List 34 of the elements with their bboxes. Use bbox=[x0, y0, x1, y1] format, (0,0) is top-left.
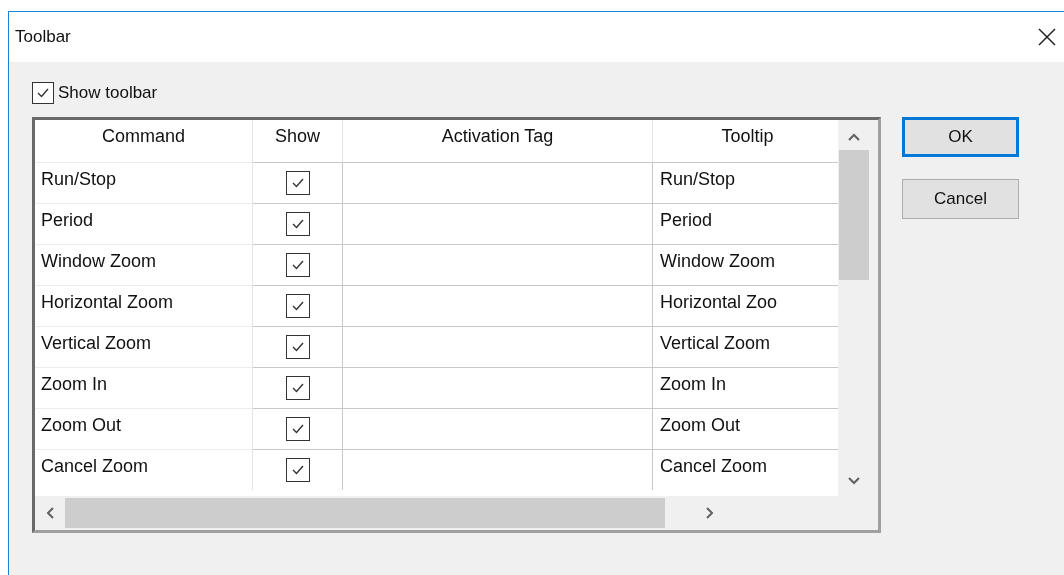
window-title: Toolbar bbox=[15, 27, 71, 47]
chevron-right-icon[interactable] bbox=[705, 506, 715, 520]
column-header: Activation Tag bbox=[343, 120, 653, 162]
close-icon[interactable] bbox=[1038, 28, 1056, 46]
table-cell: Period bbox=[35, 203, 253, 244]
checkbox[interactable] bbox=[285, 212, 310, 236]
ok-button[interactable]: OK bbox=[902, 117, 1019, 157]
checkbox[interactable] bbox=[285, 458, 310, 482]
table-cell: Run/Stop bbox=[35, 162, 253, 203]
column-header: Command bbox=[35, 120, 253, 162]
table-cell: Vertical Zoom bbox=[653, 326, 838, 367]
checkbox[interactable] bbox=[285, 417, 310, 441]
chevron-down-icon[interactable] bbox=[847, 476, 861, 486]
table-cell: Vertical Zoom bbox=[35, 326, 253, 367]
table-cell: Cancel Zoom bbox=[653, 449, 838, 490]
chevron-left-icon[interactable] bbox=[45, 506, 55, 520]
table-cell: Window Zoom bbox=[35, 244, 253, 285]
checkbox[interactable] bbox=[285, 253, 310, 277]
cancel-button[interactable]: Cancel bbox=[902, 179, 1019, 219]
chevron-up-icon[interactable] bbox=[847, 132, 861, 142]
checkbox[interactable] bbox=[32, 82, 54, 104]
table-cell: Zoom Out bbox=[653, 408, 838, 449]
checkbox[interactable] bbox=[285, 294, 310, 318]
column-header: Show bbox=[253, 120, 343, 162]
table-cell: Zoom Out bbox=[35, 408, 253, 449]
table-cell: Zoom In bbox=[35, 367, 253, 408]
table-cell: Horizontal Zoom bbox=[35, 285, 253, 326]
checkbox[interactable] bbox=[285, 171, 310, 195]
table-cell: Horizontal Zoo bbox=[653, 285, 838, 326]
table-cell: Cancel Zoom bbox=[35, 449, 253, 490]
checkbox[interactable] bbox=[285, 335, 310, 359]
checkbox[interactable] bbox=[285, 376, 310, 400]
checkbox-label: Show toolbar bbox=[58, 83, 158, 103]
table-cell: Zoom In bbox=[653, 367, 838, 408]
